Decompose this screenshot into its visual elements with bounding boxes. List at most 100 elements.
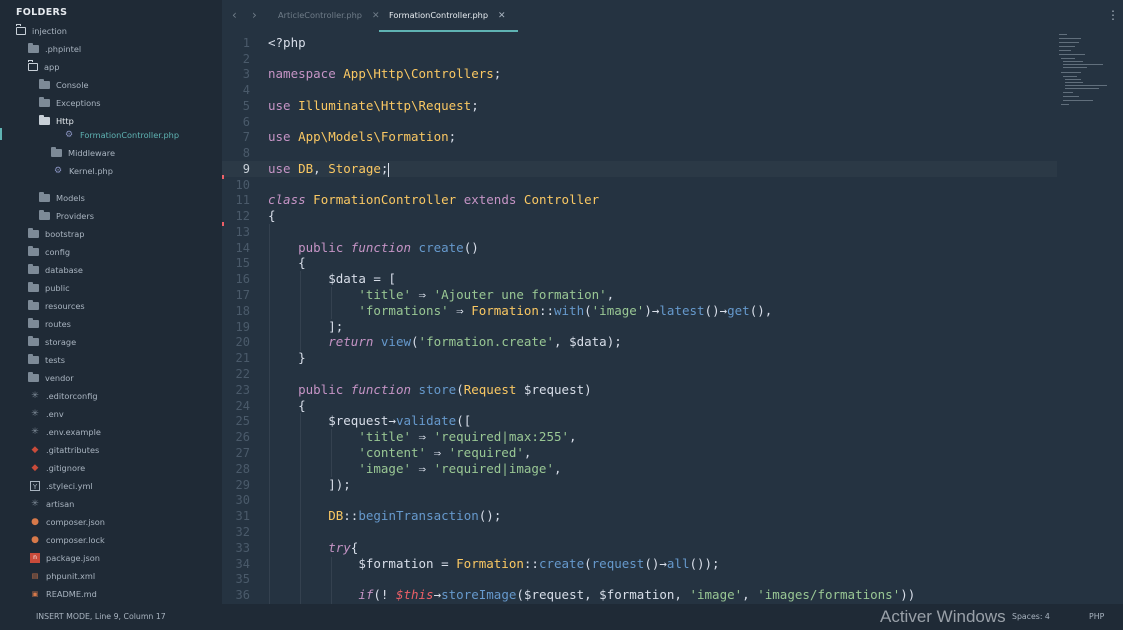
code-line: 3 namespace App\Http\Controllers; xyxy=(222,66,1057,82)
sidebar-item-kernel[interactable]: ⚙ Kernel.php xyxy=(53,162,113,180)
sidebar-item-editorconfig[interactable]: ✳ .editorconfig xyxy=(30,387,97,405)
punct: , xyxy=(606,287,615,302)
class-name: Controller xyxy=(523,192,600,207)
punct: ( xyxy=(456,382,464,397)
current-file-marker xyxy=(0,128,2,140)
sidebar-item-resources[interactable]: resources xyxy=(28,297,85,315)
minimap-line xyxy=(1065,85,1107,86)
punct: ; xyxy=(471,98,479,113)
minimap[interactable] xyxy=(1057,32,1123,132)
variable: $request xyxy=(328,413,389,428)
tab-formationcontroller[interactable]: FormationController.php ✕ xyxy=(379,0,518,32)
sidebar-item-formationcontroller[interactable]: ⚙ FormationController.php xyxy=(64,126,179,144)
folder-icon xyxy=(28,299,39,310)
line-number: 21 xyxy=(235,351,250,365)
sidebar-item-phpintel[interactable]: .phpintel xyxy=(28,40,81,58)
sidebar-item-label: injection xyxy=(32,26,67,36)
sidebar-item-label: public xyxy=(45,283,70,293)
sidebar-item-phpunit[interactable]: ▤ phpunit.xml xyxy=(30,567,95,585)
code-line: 25 $request→validate([ xyxy=(222,413,1057,429)
operator: ⇒ xyxy=(411,461,434,476)
sidebar-item-exceptions[interactable]: Exceptions xyxy=(39,94,101,112)
keyword: use xyxy=(268,98,291,113)
code-line: 27 'content' ⇒ 'required', xyxy=(222,445,1057,461)
sidebar: FOLDERS injection .phpintel app Console … xyxy=(0,0,222,604)
sidebar-item-models[interactable]: Models xyxy=(39,189,85,207)
more-options-icon[interactable]: ⋮ xyxy=(1107,8,1119,22)
asterisk-icon: ✳ xyxy=(31,498,39,509)
close-icon[interactable]: ✕ xyxy=(498,1,506,32)
line-number: 32 xyxy=(235,525,250,539)
status-mode: INSERT MODE, Line 9, Column 17 xyxy=(36,612,166,621)
chevron-right-icon[interactable]: › xyxy=(252,8,257,22)
code-line: 28 'image' ⇒ 'required|image', xyxy=(222,461,1057,477)
sidebar-item-label: config xyxy=(45,247,71,257)
line-number: 24 xyxy=(235,399,250,413)
sidebar-item-storage[interactable]: storage xyxy=(28,333,76,351)
sidebar-item-console[interactable]: Console xyxy=(39,76,89,94)
sidebar-item-label: routes xyxy=(45,319,71,329)
sidebar-item-label: Exceptions xyxy=(56,98,101,108)
code-line: 21 } xyxy=(222,350,1057,366)
punct: ( xyxy=(411,334,419,349)
sidebar-item-middleware[interactable]: Middleware xyxy=(51,144,115,162)
sidebar-item-public[interactable]: public xyxy=(28,279,70,297)
sidebar-item-env[interactable]: ✳ .env xyxy=(30,405,63,423)
code-line: 34 $formation = Formation::create(reques… xyxy=(222,556,1057,572)
line-number: 2 xyxy=(242,52,250,66)
code-editor[interactable]: 1 <?php 2 3 namespace App\Http\Controllers… xyxy=(222,32,1057,604)
chevron-left-icon[interactable]: ‹ xyxy=(232,8,237,22)
sidebar-item-injection[interactable]: injection xyxy=(15,22,67,40)
minimap-line xyxy=(1059,42,1079,43)
sidebar-item-composer-json[interactable]: ● composer.json xyxy=(30,513,105,531)
punct: () xyxy=(463,240,479,255)
sidebar-item-database[interactable]: database xyxy=(28,261,83,279)
minimap-line xyxy=(1059,34,1067,35)
line-number: 34 xyxy=(235,557,250,571)
sidebar-item-env-example[interactable]: ✳ .env.example xyxy=(30,423,101,441)
punct: = [ xyxy=(365,271,396,286)
line-number: 3 xyxy=(242,67,250,81)
minimap-line xyxy=(1063,67,1087,68)
punct: )) xyxy=(900,587,916,602)
line-number: 22 xyxy=(235,367,250,381)
sidebar-item-providers[interactable]: Providers xyxy=(39,207,94,225)
sidebar-item-gitignore[interactable]: ◆ .gitignore xyxy=(30,459,86,477)
punct: ; xyxy=(380,161,389,176)
punct: (), xyxy=(749,303,773,318)
sidebar-item-package-json[interactable]: n package.json xyxy=(30,549,100,567)
sidebar-item-tests[interactable]: tests xyxy=(28,351,65,369)
sidebar-item-gitattributes[interactable]: ◆ .gitattributes xyxy=(30,441,100,459)
string: 'content' xyxy=(358,445,427,460)
sidebar-item-composer-lock[interactable]: ● composer.lock xyxy=(30,531,105,549)
string: 'image' xyxy=(358,461,411,476)
punct: )→ xyxy=(644,303,660,318)
class-name: FormationController xyxy=(313,192,457,207)
minimap-line xyxy=(1063,76,1077,77)
folder-icon xyxy=(28,371,39,382)
code-line: 13 xyxy=(222,224,1057,240)
punct: :: xyxy=(538,303,554,318)
code-line: 35 xyxy=(222,571,1057,587)
asterisk-icon: ✳ xyxy=(31,390,39,401)
string: 'image' xyxy=(689,587,743,602)
string: 'required' xyxy=(448,445,524,460)
string: 'images/formations' xyxy=(757,587,901,602)
punct: (); xyxy=(478,508,502,523)
sidebar-item-vendor[interactable]: vendor xyxy=(28,369,74,387)
status-language[interactable]: PHP xyxy=(1089,604,1104,630)
sidebar-item-label: Models xyxy=(56,193,85,203)
tab-articlecontroller[interactable]: ArticleController.php ✕ xyxy=(278,0,380,32)
sidebar-item-config[interactable]: config xyxy=(28,243,70,261)
variable: $formation xyxy=(358,556,434,571)
sidebar-item-app[interactable]: app xyxy=(27,58,59,76)
sidebar-item-bootstrap[interactable]: bootstrap xyxy=(28,225,84,243)
sidebar-item-label: Providers xyxy=(56,211,94,221)
status-indentation[interactable]: Spaces: 4 xyxy=(1012,604,1050,630)
sidebar-item-readme[interactable]: ▣ README.md xyxy=(30,585,97,603)
sidebar-item-routes[interactable]: routes xyxy=(28,315,71,333)
sidebar-item-artisan[interactable]: ✳ artisan xyxy=(30,495,74,513)
sidebar-item-label: FormationController.php xyxy=(80,130,180,140)
text-cursor xyxy=(388,162,390,177)
sidebar-item-styleci[interactable]: Y .styleci.yml xyxy=(30,477,93,495)
